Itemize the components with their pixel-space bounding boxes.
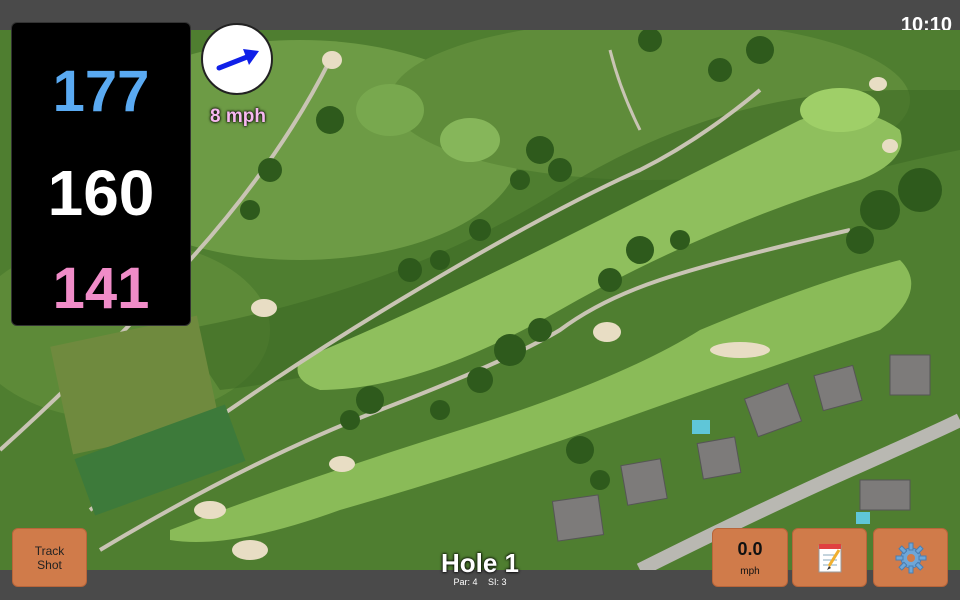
distance-back: 177 [52, 59, 150, 124]
wind-direction-arrow-icon [216, 49, 259, 71]
wind-indicator[interactable] [201, 23, 273, 95]
hole-par: Par: 4 [453, 577, 478, 587]
notepad-icon [818, 543, 841, 572]
hole-title: Hole 1 [440, 548, 520, 578]
notes-button[interactable] [792, 528, 867, 587]
distance-middle: 160 [47, 157, 155, 229]
track-shot-button[interactable]: Track Shot [12, 528, 87, 587]
hole-stroke-index: SI: 3 [488, 577, 507, 587]
settings-button[interactable] [873, 528, 948, 587]
speed-value: 0.0 [737, 538, 763, 559]
distance-panel: 177 160 141 [11, 22, 191, 326]
speed-button[interactable]: 0.0 mph [712, 528, 788, 587]
track-shot-label-line2: Shot [37, 557, 62, 572]
hole-info: Par: 4 SI: 3 [380, 577, 580, 587]
wind-speed-label: 8 mph [210, 106, 266, 127]
track-shot-label-line1: Track [34, 543, 65, 558]
gear-icon [895, 542, 926, 573]
distance-front: 141 [52, 256, 150, 321]
speed-unit: mph [740, 565, 760, 577]
